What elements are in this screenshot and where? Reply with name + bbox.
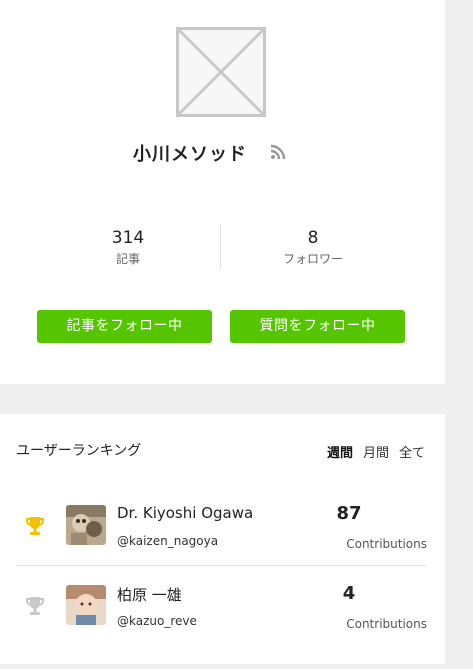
user-name[interactable]: Dr. Kiyoshi Ogawa [117,504,253,522]
stat-divider [220,224,221,270]
follow-articles-button[interactable]: 記事をフォロー中 [37,310,212,343]
articles-label: 記事 [115,252,140,266]
contribution-count: 4 [342,583,356,604]
row-divider [16,565,426,566]
tab-monthly[interactable]: 月間 [363,446,389,461]
ranking-row: Dr. Kiyoshi Ogawa @kaizen_nagoya 87 Cont… [0,488,445,566]
followers-count: 8 [307,228,319,248]
contribution-label: Contributions [346,617,427,631]
rss-icon[interactable] [270,144,286,160]
followers-label: フォロワー [282,252,343,266]
tab-weekly[interactable]: 週間 [327,446,353,461]
contribution-label: Contributions [346,537,427,551]
trophy-icon [26,597,44,615]
ranking-title: ユーザーランキング [16,443,142,459]
user-name[interactable]: 柏原 一雄 [117,584,182,605]
ranking-row: 柏原 一雄 @kazuo_reve 4 Contributions [0,568,445,646]
user-handle[interactable]: @kazuo_reve [117,614,197,628]
followers-stat[interactable]: 8 フォロワー [253,228,373,267]
user-handle[interactable]: @kaizen_nagoya [117,534,218,548]
follow-questions-button[interactable]: 質問をフォロー中 [230,310,405,343]
avatar[interactable] [66,505,106,545]
image-placeholder-icon [176,27,266,117]
ranking-tabs: 週間 月間 全て [317,442,425,461]
articles-stat[interactable]: 314 記事 [68,228,188,267]
group-name: 小川メソッド [133,144,247,165]
group-profile-card: 小川メソッド 314 記事 8 フォロワー 記事をフォロー中 質問をフォロー中 [0,0,445,384]
trophy-icon [26,517,44,535]
tab-all[interactable]: 全て [399,446,425,461]
contribution-count: 87 [336,503,362,524]
avatar[interactable] [66,585,106,625]
articles-count: 314 [111,228,145,248]
